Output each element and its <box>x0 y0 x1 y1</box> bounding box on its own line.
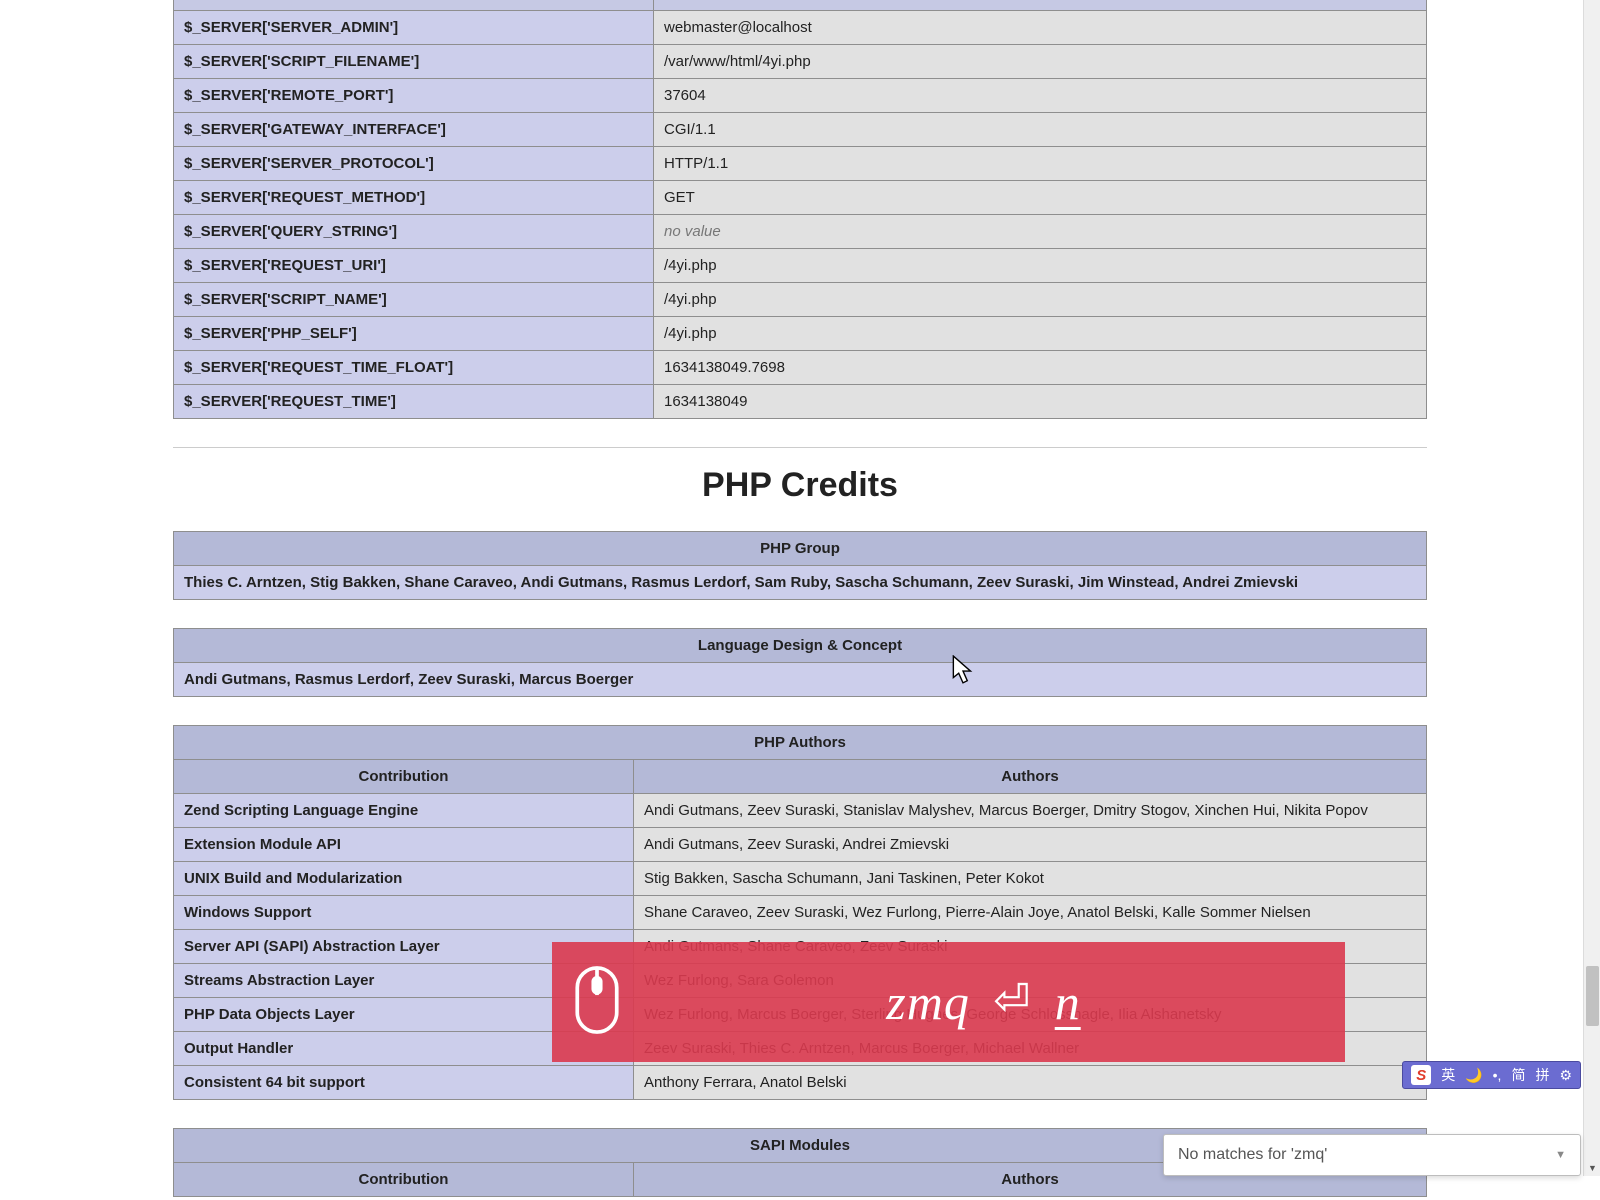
server-var-value: webmaster@localhost <box>654 11 1427 45</box>
language-design-table: Language Design & Concept Andi Gutmans, … <box>173 628 1427 697</box>
divider <box>173 447 1427 448</box>
contribution-name: Consistent 64 bit support <box>174 1066 634 1100</box>
col-variable: Variable <box>174 0 654 11</box>
server-var-name: $_SERVER['REQUEST_METHOD'] <box>174 181 654 215</box>
server-var-value: 1634138049.7698 <box>654 351 1427 385</box>
table-row: $_SERVER['REQUEST_TIME_FLOAT']1634138049… <box>174 351 1427 385</box>
server-var-value: no value <box>654 215 1427 249</box>
server-var-value: /var/www/html/4yi.php <box>654 45 1427 79</box>
server-var-name: $_SERVER['REMOTE_PORT'] <box>174 79 654 113</box>
ime-jian[interactable]: 简 <box>1511 1065 1525 1085</box>
table-row: $_SERVER['SERVER_ADMIN']webmaster@localh… <box>174 11 1427 45</box>
server-var-value: GET <box>654 181 1427 215</box>
table-row: UNIX Build and ModularizationStig Bakken… <box>174 862 1427 896</box>
table-row: $_SERVER['REQUEST_URI']/4yi.php <box>174 249 1427 283</box>
table-row: Windows SupportShane Caraveo, Zeev Suras… <box>174 896 1427 930</box>
ime-punct-icon[interactable]: •, <box>1493 1067 1502 1083</box>
table-row: Consistent 64 bit supportAnthony Ferrara… <box>174 1066 1427 1100</box>
ime-toolbar[interactable]: S 英 🌙 •, 简 拼 ⚙ <box>1402 1061 1581 1089</box>
language-design-members: Andi Gutmans, Rasmus Lerdorf, Zeev Suras… <box>174 663 1427 697</box>
server-var-value: /4yi.php <box>654 249 1427 283</box>
col-value: Value <box>654 0 1427 11</box>
authors-list: Andi Gutmans, Zeev Suraski, Andrei Zmiev… <box>634 828 1427 862</box>
table-row: $_SERVER['SCRIPT_NAME']/4yi.php <box>174 283 1427 317</box>
server-var-value: HTTP/1.1 <box>654 147 1427 181</box>
ime-no-match-msg: No matches for 'zmq' <box>1178 1146 1327 1164</box>
php-credits-heading: PHP Credits <box>173 466 1427 505</box>
scrollbar-thumb[interactable] <box>1586 966 1599 1026</box>
language-design-title: Language Design & Concept <box>174 629 1427 663</box>
sogou-logo-icon[interactable]: S <box>1411 1065 1431 1085</box>
scroll-down-icon[interactable]: ▼ <box>1584 1159 1600 1176</box>
enter-key-icon: ⏎ <box>993 975 1031 1026</box>
authors-list: Stig Bakken, Sascha Schumann, Jani Taski… <box>634 862 1427 896</box>
col-authors: Authors <box>634 760 1427 794</box>
contribution-name: Extension Module API <box>174 828 634 862</box>
php-group-table: PHP Group Thies C. Arntzen, Stig Bakken,… <box>173 531 1427 600</box>
server-var-name: $_SERVER['REQUEST_TIME'] <box>174 385 654 419</box>
table-row: Zend Scripting Language EngineAndi Gutma… <box>174 794 1427 828</box>
table-row: $_SERVER['QUERY_STRING']no value <box>174 215 1427 249</box>
authors-list: Anthony Ferrara, Anatol Belski <box>634 1066 1427 1100</box>
server-var-value: /4yi.php <box>654 317 1427 351</box>
table-row: $_SERVER['REQUEST_METHOD']GET <box>174 181 1427 215</box>
server-var-name: $_SERVER['SCRIPT_FILENAME'] <box>174 45 654 79</box>
server-var-value: CGI/1.1 <box>654 113 1427 147</box>
keystroke-overlay: zmq ⏎ n <box>552 942 1345 1062</box>
server-var-value: 37604 <box>654 79 1427 113</box>
ime-pin[interactable]: 拼 <box>1535 1065 1549 1085</box>
table-row: Extension Module APIAndi Gutmans, Zeev S… <box>174 828 1427 862</box>
php-group-title: PHP Group <box>174 532 1427 566</box>
overlay-zmq: zmq <box>886 974 970 1030</box>
php-authors-title: PHP Authors <box>174 726 1427 760</box>
server-var-value: 1634138049 <box>654 385 1427 419</box>
server-var-name: $_SERVER['QUERY_STRING'] <box>174 215 654 249</box>
server-vars-table: Variable Value $_SERVER['SERVER_ADMIN']w… <box>173 0 1427 419</box>
server-var-name: $_SERVER['GATEWAY_INTERFACE'] <box>174 113 654 147</box>
server-var-name: $_SERVER['REQUEST_TIME_FLOAT'] <box>174 351 654 385</box>
server-var-name: $_SERVER['SERVER_PROTOCOL'] <box>174 147 654 181</box>
overlay-n: n <box>1055 974 1081 1030</box>
contribution-name: Windows Support <box>174 896 634 930</box>
contribution-name: UNIX Build and Modularization <box>174 862 634 896</box>
vertical-scrollbar[interactable]: ▲ ▼ <box>1583 0 1600 1176</box>
table-row: $_SERVER['REMOTE_PORT']37604 <box>174 79 1427 113</box>
mouse-icon <box>572 963 622 1041</box>
table-row: $_SERVER['SCRIPT_FILENAME']/var/www/html… <box>174 45 1427 79</box>
sapi-col-contribution: Contribution <box>174 1163 634 1197</box>
gear-icon[interactable]: ⚙ <box>1559 1067 1572 1084</box>
table-row: $_SERVER['GATEWAY_INTERFACE']CGI/1.1 <box>174 113 1427 147</box>
authors-list: Andi Gutmans, Zeev Suraski, Stanislav Ma… <box>634 794 1427 828</box>
chevron-down-icon[interactable]: ▼ <box>1555 1149 1566 1161</box>
moon-icon[interactable]: 🌙 <box>1465 1067 1482 1084</box>
server-var-name: $_SERVER['PHP_SELF'] <box>174 317 654 351</box>
table-row: $_SERVER['REQUEST_TIME']1634138049 <box>174 385 1427 419</box>
contribution-name: Zend Scripting Language Engine <box>174 794 634 828</box>
col-contribution: Contribution <box>174 760 634 794</box>
ime-lang[interactable]: 英 <box>1441 1065 1455 1085</box>
ime-candidate-popup[interactable]: No matches for 'zmq' ▼ <box>1163 1134 1581 1176</box>
server-var-name: $_SERVER['SCRIPT_NAME'] <box>174 283 654 317</box>
server-var-name: $_SERVER['SERVER_ADMIN'] <box>174 11 654 45</box>
server-var-name: $_SERVER['REQUEST_URI'] <box>174 249 654 283</box>
authors-list: Shane Caraveo, Zeev Suraski, Wez Furlong… <box>634 896 1427 930</box>
table-row: $_SERVER['PHP_SELF']/4yi.php <box>174 317 1427 351</box>
php-group-members: Thies C. Arntzen, Stig Bakken, Shane Car… <box>174 566 1427 600</box>
server-var-value: /4yi.php <box>654 283 1427 317</box>
table-row: $_SERVER['SERVER_PROTOCOL']HTTP/1.1 <box>174 147 1427 181</box>
